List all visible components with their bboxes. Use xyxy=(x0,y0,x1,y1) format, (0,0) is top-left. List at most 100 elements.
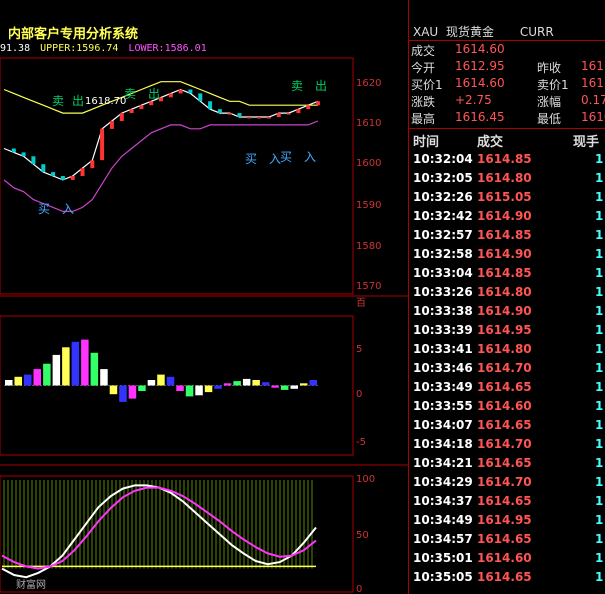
exit-signal-label: 出 xyxy=(72,94,84,108)
chart-area[interactable]: 1620 1610 1600 1590 1580 1570 百 5 0 -5 100 50 0 卖 出 … xyxy=(0,0,408,594)
tick-row[interactable]: 10:33:26 1614.80 1 xyxy=(409,285,605,304)
bottom-tag: 财富网 xyxy=(16,578,46,591)
quote-label: 今开 xyxy=(411,61,436,75)
macd-axis-tick: 百 xyxy=(356,297,366,309)
tick-row[interactable]: 10:34:29 1614.70 1 xyxy=(409,475,605,494)
quote-value: +2.75 xyxy=(455,93,492,107)
tick-time: 10:34:07 xyxy=(413,418,473,432)
price-axis-tick: 1620 xyxy=(356,78,381,89)
tick-volume: 1 xyxy=(595,418,604,432)
tick-volume: 1 xyxy=(595,285,604,299)
enter-signal-label: 入 xyxy=(62,202,74,216)
tick-row[interactable]: 10:32:05 1614.80 1 xyxy=(409,171,605,190)
divider xyxy=(409,128,605,129)
quote-value: 161 xyxy=(581,59,604,73)
macd-bar xyxy=(52,354,61,386)
tick-row[interactable]: 10:32:57 1614.85 1 xyxy=(409,228,605,247)
macd-bar xyxy=(204,385,213,393)
tick-row[interactable]: 10:34:57 1614.65 1 xyxy=(409,532,605,551)
tick-price: 1614.80 xyxy=(477,342,532,356)
tick-time: 10:34:49 xyxy=(413,513,473,527)
tick-row[interactable]: 10:32:42 1614.90 1 xyxy=(409,209,605,228)
buy-signal-label: 买 xyxy=(245,152,257,166)
tick-row[interactable]: 10:35:01 1614.60 1 xyxy=(409,551,605,570)
tick-row[interactable]: 10:32:04 1614.85 1 xyxy=(409,152,605,171)
tick-row[interactable]: 10:32:58 1614.90 1 xyxy=(409,247,605,266)
quote-value: 1612.95 xyxy=(455,59,505,73)
tick-time: 10:32:58 xyxy=(413,247,473,261)
candle xyxy=(286,113,291,115)
tick-row[interactable]: 10:34:49 1614.95 1 xyxy=(409,513,605,532)
tick-volume: 1 xyxy=(595,209,604,223)
macd-bar xyxy=(5,380,13,386)
macd-bar xyxy=(24,374,32,386)
tick-volume: 1 xyxy=(595,475,604,489)
quote-label: 涨幅 xyxy=(537,95,562,109)
tick-time: 10:33:49 xyxy=(413,380,473,394)
kd-axis-tick: 50 xyxy=(356,530,369,541)
tick-price: 1614.70 xyxy=(477,437,532,451)
quote-row: 最高 1616.45 最低 1610 xyxy=(409,110,605,128)
macd-bar xyxy=(166,376,175,386)
price-axis-tick: 1600 xyxy=(356,158,381,169)
tick-row[interactable]: 10:34:21 1614.65 1 xyxy=(409,456,605,475)
quote-value: 1616.45 xyxy=(455,110,505,124)
macd-bar xyxy=(252,380,260,386)
tick-row[interactable]: 10:33:41 1614.80 1 xyxy=(409,342,605,361)
quote-row: 成交 1614.60 xyxy=(409,42,605,60)
tick-row[interactable]: 10:33:46 1614.70 1 xyxy=(409,361,605,380)
candle xyxy=(41,164,46,173)
tick-price: 1614.60 xyxy=(477,399,532,413)
macd-bar xyxy=(100,369,108,386)
quote-label: 卖价1 xyxy=(537,78,569,92)
exit-signal-label: 出 xyxy=(148,87,160,101)
tick-time: 10:32:42 xyxy=(413,209,473,223)
tick-row[interactable]: 10:33:04 1614.85 1 xyxy=(409,266,605,285)
quote-label: 涨跌 xyxy=(411,95,436,109)
tick-row[interactable]: 10:34:37 1614.65 1 xyxy=(409,494,605,513)
tick-row[interactable]: 10:33:49 1614.65 1 xyxy=(409,380,605,399)
tick-row[interactable]: 10:33:38 1614.90 1 xyxy=(409,304,605,323)
candle xyxy=(100,128,105,161)
quote-label: 昨收 xyxy=(537,61,562,75)
candle xyxy=(129,109,134,114)
axis-labels: 162016101600159015801570百50-5100500 xyxy=(356,78,381,594)
quote-value: 0.17 xyxy=(581,93,605,107)
tick-row[interactable]: 10:32:26 1615.05 1 xyxy=(409,190,605,209)
tick-row[interactable]: 10:33:55 1614.60 1 xyxy=(409,399,605,418)
tick-volume: 1 xyxy=(595,380,604,394)
tick-price: 1614.85 xyxy=(477,152,532,166)
macd-bar xyxy=(62,347,70,386)
candle xyxy=(70,176,75,180)
tick-row[interactable]: 10:34:18 1614.70 1 xyxy=(409,437,605,456)
tick-time: 10:33:38 xyxy=(413,304,473,318)
tick-time: 10:34:37 xyxy=(413,494,473,508)
tick-price: 1614.80 xyxy=(477,171,532,185)
macd-axis-tick: 5 xyxy=(356,344,362,355)
candle xyxy=(227,113,232,115)
buy-signal-label: 买 xyxy=(38,202,50,216)
kd-axis-tick: 0 xyxy=(356,584,362,594)
candle xyxy=(217,109,222,114)
tick-price: 1614.65 xyxy=(477,380,532,394)
ticks-col-time: 时间 xyxy=(413,135,440,150)
tick-time: 10:32:04 xyxy=(413,152,473,166)
tick-volume: 1 xyxy=(595,437,604,451)
tick-volume: 1 xyxy=(595,456,604,470)
candle xyxy=(21,152,26,157)
candle xyxy=(51,172,56,176)
tick-volume: 1 xyxy=(595,228,604,242)
tick-row[interactable]: 10:34:07 1614.65 1 xyxy=(409,418,605,437)
candle xyxy=(208,101,213,110)
price-axis-tick: 1580 xyxy=(356,241,381,252)
tick-price: 1614.65 xyxy=(477,532,532,546)
candle xyxy=(188,89,193,94)
tick-volume: 1 xyxy=(595,532,604,546)
candle xyxy=(119,113,124,121)
tick-time: 10:34:29 xyxy=(413,475,473,489)
tick-row[interactable]: 10:35:05 1614.65 1 xyxy=(409,570,605,589)
macd-bar xyxy=(157,374,165,386)
quote-value: 1610 xyxy=(581,110,605,124)
sell-signal-label: 卖 xyxy=(124,87,136,101)
tick-row[interactable]: 10:33:39 1614.95 1 xyxy=(409,323,605,342)
